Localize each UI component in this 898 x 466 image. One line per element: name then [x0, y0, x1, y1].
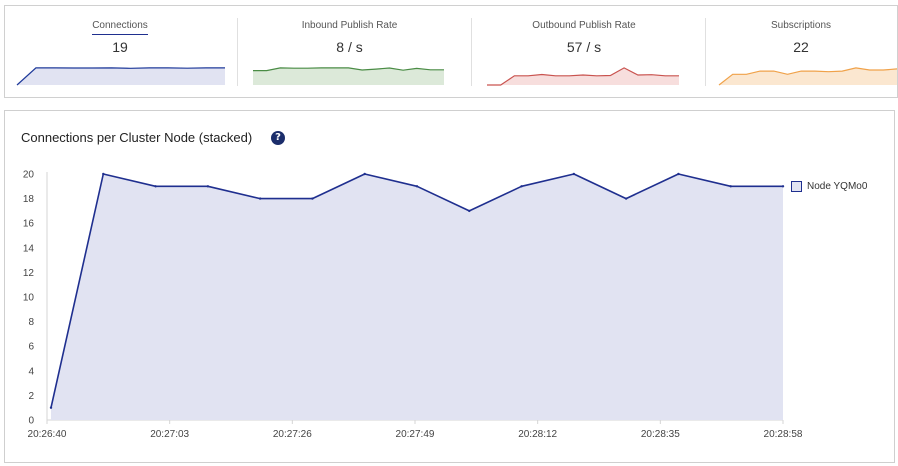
subscriptions-sparkline [718, 67, 897, 86]
y-tick-label: 2 [28, 391, 34, 402]
legend-swatch [791, 181, 802, 192]
data-point [520, 185, 523, 188]
stats-bar: Connections 19 Inbound Publish Rate 8 / … [4, 5, 898, 98]
stat-value: 57 / s [566, 39, 602, 55]
stat-label: Outbound Publish Rate [532, 20, 636, 31]
sparkline-area [17, 67, 225, 85]
connections-sparkline [16, 67, 225, 86]
data-point [677, 172, 680, 176]
x-tick-label: 20:28:35 [641, 429, 680, 440]
sparkline-area [487, 67, 679, 85]
stat-outbound-publish-rate[interactable]: Outbound Publish Rate 57 / s [471, 6, 697, 97]
stat-value: 22 [793, 39, 809, 55]
data-point [468, 209, 471, 213]
chart-legend[interactable]: Node YQMo0 [791, 181, 867, 192]
y-tick-label: 18 [23, 194, 35, 205]
y-tick-label: 10 [23, 293, 35, 304]
data-point [781, 185, 785, 188]
data-point [206, 185, 210, 188]
stat-value: 19 [112, 39, 128, 55]
chart-title: Connections per Cluster Node (stacked) [21, 130, 253, 145]
stat-subscriptions[interactable]: Subscriptions 22 [705, 6, 897, 97]
data-point [415, 185, 419, 188]
x-tick-label: 20:27:03 [150, 429, 189, 440]
data-point [363, 172, 366, 176]
y-tick-label: 8 [28, 317, 34, 328]
data-point [729, 185, 732, 188]
y-tick-label: 4 [28, 366, 34, 377]
legend-label: Node YQMo0 [807, 181, 868, 192]
data-point [49, 406, 53, 409]
x-tick-label: 20:28:58 [764, 429, 803, 440]
data-point [572, 172, 576, 176]
inbound-sparkline [253, 67, 444, 85]
series-area [51, 174, 783, 420]
y-tick-label: 20 [23, 170, 35, 181]
data-point [311, 197, 314, 200]
x-tick-label: 20:26:40 [28, 429, 67, 440]
help-icon[interactable]: ? [271, 131, 285, 145]
stat-inbound-publish-rate[interactable]: Inbound Publish Rate 8 / s [237, 6, 462, 97]
y-tick-label: 16 [23, 219, 35, 230]
y-tick-label: 14 [23, 243, 35, 254]
y-tick-label: 12 [23, 268, 35, 279]
outbound-sparkline [487, 67, 679, 86]
y-tick-label: 0 [28, 416, 34, 427]
stat-connections[interactable]: Connections 19 [15, 6, 225, 97]
y-tick-label: 6 [28, 342, 34, 353]
x-tick-label: 20:28:12 [518, 429, 557, 440]
x-tick-label: 20:27:49 [396, 429, 435, 440]
data-point [624, 197, 628, 200]
stat-value: 8 / s [336, 39, 363, 55]
stat-label: Subscriptions [770, 20, 832, 31]
sparkline-area [253, 67, 444, 85]
stat-label: Inbound Publish Rate [301, 20, 398, 31]
x-tick-label: 20:27:26 [273, 429, 312, 440]
data-point [154, 185, 157, 188]
data-point [102, 172, 105, 176]
connections-chart: 0 2 4 6 8 10 12 14 16 18 20 20:26:40 20:27:03 20:27:2… [23, 170, 803, 441]
chart-panel: 0 2 4 6 8 10 12 14 16 18 20 20:26:40 20:27:03 20:27:2… [4, 110, 895, 463]
stat-label: Connections [15, 20, 225, 35]
data-point [258, 197, 262, 200]
